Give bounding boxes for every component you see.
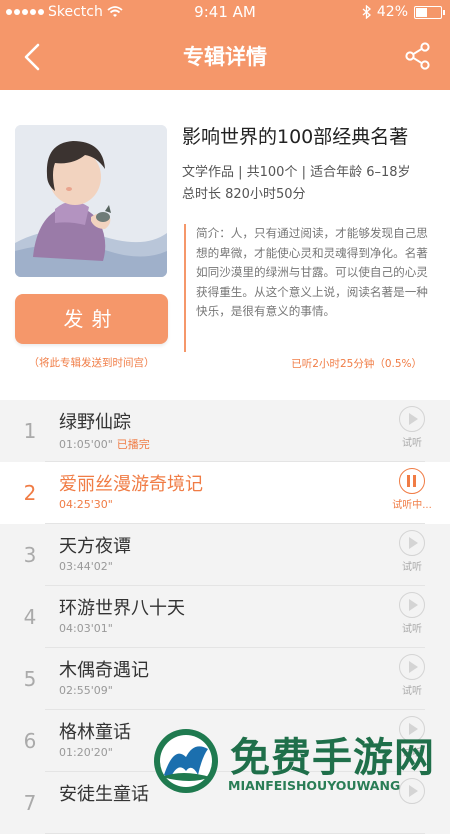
play-icon [399, 592, 425, 618]
pause-button[interactable]: 试听中... [392, 468, 432, 520]
track-title: 爱丽丝漫游奇境记 [59, 474, 203, 495]
fire-note: （将此专辑发送到时间宫） [28, 357, 155, 369]
track-row[interactable]: 2 爱丽丝漫游奇境记 04:25'30" 试听中... [0, 462, 450, 524]
track-row[interactable]: 5 木偶奇遇记 02:55'09" 试听 [0, 648, 450, 710]
track-duration: 01:05'00" [59, 438, 113, 451]
track-duration: 02:55'09" [59, 684, 113, 697]
preview-button[interactable]: 试听 [392, 530, 432, 582]
track-duration-line: 03:44'02" [59, 560, 113, 573]
track-row[interactable]: 3 天方夜谭 03:44'02" 试听 [0, 524, 450, 586]
track-title: 木偶奇遇记 [59, 660, 149, 681]
status-bar: Skectch 9:41 AM 42% [0, 0, 450, 24]
track-number: 4 [23, 605, 37, 629]
track-title: 格林童话 [59, 722, 131, 743]
track-duration: 04:25'30" [59, 498, 113, 511]
track-number: 6 [23, 729, 37, 753]
track-title: 天方夜谭 [59, 536, 131, 557]
watermark-title: 免费手游网 [230, 734, 435, 781]
track-number: 3 [23, 543, 37, 567]
listened-progress: 已听2小时25分钟（0.5%） [291, 358, 422, 370]
preview-button[interactable]: 试听 [392, 406, 432, 458]
play-icon [399, 406, 425, 432]
track-duration-line: 01:20'20" [59, 746, 113, 759]
album-meta-line2: 总时长 820小时50分 [182, 187, 306, 202]
preview-label: 试听 [402, 686, 422, 697]
track-duration: 04:03'01" [59, 622, 113, 635]
preview-label: 试听 [402, 562, 422, 573]
track-number: 2 [23, 481, 37, 505]
album-title: 影响世界的100部经典名著 [182, 126, 409, 148]
battery-icon [414, 5, 445, 19]
track-number: 7 [23, 791, 37, 815]
track-number: 5 [23, 667, 37, 691]
play-icon [399, 530, 425, 556]
album-info: 影响世界的100部经典名著 文学作品 | 共100个 | 适合年龄 6–18岁 … [0, 90, 450, 390]
bluetooth-icon [362, 5, 371, 19]
track-row[interactable]: 1 绿野仙踪 01:05'00" 已播完 试听 [0, 400, 450, 462]
album-description: 简介：人，只有通过阅读，才能够发现自己思想的卑微，才能使心灵和灵魂得到净化。名著… [184, 224, 432, 352]
track-title: 绿野仙踪 [59, 412, 131, 433]
play-icon [399, 654, 425, 680]
page-title: 专辑详情 [183, 45, 267, 69]
pause-icon [399, 468, 425, 494]
nav-bar: 专辑详情 [0, 24, 450, 90]
fire-button[interactable]: 发射 [15, 294, 168, 344]
track-duration-line: 01:05'00" 已播完 [59, 436, 150, 452]
preview-label: 试听中... [392, 500, 432, 511]
track-number: 1 [23, 419, 37, 443]
track-title: 环游世界八十天 [59, 598, 185, 619]
album-cover [15, 125, 167, 277]
album-meta: 文学作品 | 共100个 | 适合年龄 6–18岁 总时长 820小时50分 [182, 162, 444, 206]
track-status: 已播完 [116, 438, 150, 451]
track-row[interactable]: 4 环游世界八十天 04:03'01" 试听 [0, 586, 450, 648]
track-duration: 01:20'20" [59, 746, 113, 759]
watermark-subtitle: MIANFEISHOUYOUWANG [228, 778, 401, 793]
header: Skectch 9:41 AM 42% 专辑详情 [0, 0, 450, 90]
battery-percent: 42% [376, 4, 408, 20]
album-meta-line1: 文学作品 | 共100个 | 适合年龄 6–18岁 [182, 165, 411, 180]
preview-label: 试听 [402, 624, 422, 635]
watermark-logo-icon [154, 729, 218, 793]
track-title: 安徒生童话 [59, 784, 149, 805]
preview-button[interactable]: 试听 [392, 654, 432, 706]
preview-label: 试听 [402, 438, 422, 449]
track-duration-line: 04:03'01" [59, 622, 113, 635]
track-duration-line: 04:25'30" [59, 498, 113, 511]
share-icon[interactable] [404, 42, 432, 70]
track-duration: 03:44'02" [59, 560, 113, 573]
preview-button[interactable]: 试听 [392, 592, 432, 644]
track-duration-line: 02:55'09" [59, 684, 113, 697]
watermark: 免费手游网 MIANFEISHOUYOUWANG [150, 723, 450, 800]
